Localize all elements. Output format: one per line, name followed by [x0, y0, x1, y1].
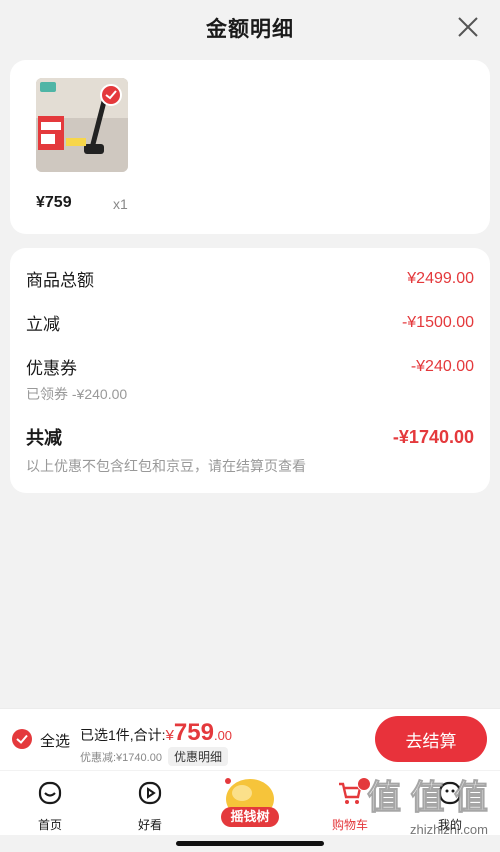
- subtotal-label: 商品总额: [26, 271, 94, 290]
- selected-check-icon[interactable]: [100, 84, 122, 106]
- product-image[interactable]: [36, 78, 128, 172]
- total-amount-decimal: .00: [213, 728, 233, 743]
- amount-summary-card: 商品总额 ¥2499.00 立减 -¥1500.00 优惠券 -¥240.00 …: [10, 248, 490, 493]
- checkout-bar: 全选 已选1件,合计: ¥ 759 .00 优惠减:¥1740.00 优惠明细 …: [0, 708, 500, 770]
- modal-header: 金额明细: [0, 0, 500, 56]
- coupon-value: -¥240.00: [410, 357, 474, 375]
- tab-home-label: 首页: [37, 818, 62, 832]
- discount-line: 优惠减:¥1740.00 优惠明细: [80, 747, 228, 766]
- tab-money-tree-label: 摇钱树: [221, 807, 279, 827]
- home-icon: [38, 781, 62, 805]
- currency-symbol: ¥: [165, 727, 174, 744]
- tab-haokan-label: 好看: [137, 818, 162, 832]
- select-all-checkbox[interactable]: [12, 729, 32, 749]
- tab-haokan[interactable]: 好看: [115, 779, 185, 833]
- subtotal-value: ¥2499.00: [407, 269, 474, 287]
- coupon-note: 已领券 -¥240.00: [26, 386, 128, 402]
- product-price: ¥759: [36, 194, 72, 211]
- selected-count-text: 已选1件,合计:: [80, 727, 166, 743]
- checkout-button[interactable]: 去结算: [375, 716, 487, 762]
- discount-detail-button[interactable]: 优惠明细: [167, 747, 228, 766]
- coupon-row: 优惠券 -¥240.00: [26, 354, 474, 379]
- watermark-url: zhizhizhi.com: [409, 822, 488, 837]
- discount-value: -¥1500.00: [401, 313, 474, 331]
- total-amount: 759: [173, 719, 214, 746]
- total-discount-note: 以上优惠不包含红包和京豆，请在结算页查看: [26, 458, 306, 474]
- watermark: 值 值 值: [367, 779, 489, 818]
- page-title: 金额明细: [206, 18, 294, 41]
- product-card: ¥759 x1: [10, 60, 490, 234]
- total-discount-row: 共减 -¥1740.00: [26, 424, 474, 450]
- select-all-label[interactable]: 全选: [40, 730, 70, 751]
- discount-label: 立减: [26, 315, 60, 334]
- close-icon[interactable]: [456, 15, 480, 39]
- tab-home[interactable]: 首页: [15, 779, 85, 833]
- play-icon: [138, 781, 162, 805]
- coupon-label: 优惠券: [26, 359, 77, 378]
- product-quantity: x1: [113, 196, 128, 212]
- total-discount-label: 共减: [26, 428, 62, 448]
- home-indicator: [176, 841, 324, 846]
- total-line: 已选1件,合计: ¥ 759 .00: [80, 719, 232, 747]
- subtotal-row: 商品总额 ¥2499.00: [26, 266, 474, 291]
- discount-row: 立减 -¥1500.00: [26, 310, 474, 335]
- discount-summary: 优惠减:¥1740.00: [80, 751, 162, 764]
- total-discount-value: -¥1740.00: [392, 426, 474, 447]
